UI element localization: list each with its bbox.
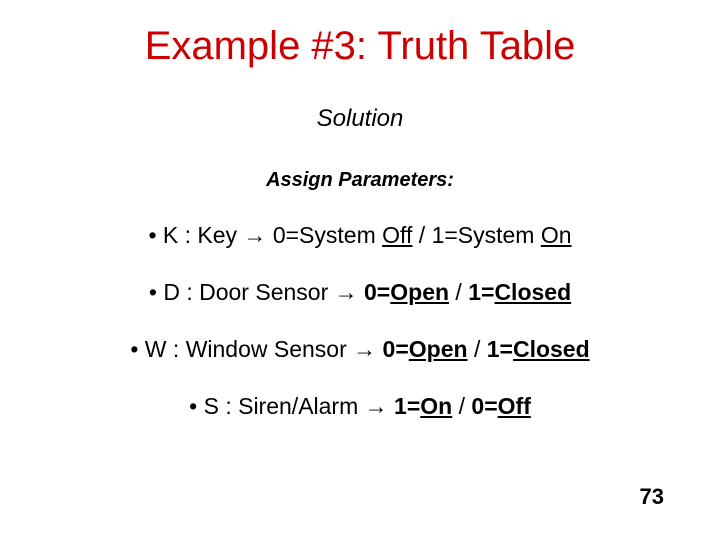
bullet-list: • K : Key → 0=System Off / 1=System On •… — [0, 222, 720, 420]
param-one-prefix: 1= — [468, 279, 494, 305]
param-sym: S — [204, 393, 219, 419]
param-first-u: On — [420, 393, 452, 419]
param-zero-prefix: 0= — [383, 336, 409, 362]
param-second-u: Off — [498, 393, 531, 419]
param-item: • S : Siren/Alarm → 1=On / 0=Off — [0, 393, 720, 420]
param-zero-u: Open — [409, 336, 468, 362]
param-item: • K : Key → 0=System Off / 1=System On — [0, 222, 720, 249]
param-one-u: On — [541, 222, 572, 248]
param-name: Key — [197, 222, 237, 248]
param-sym: W — [145, 336, 167, 362]
param-sym: D — [163, 279, 180, 305]
param-one-prefix: 1=System — [432, 222, 541, 248]
param-item: • W : Window Sensor → 0=Open / 1=Closed — [0, 336, 720, 363]
slide-subtitle: Solution — [0, 105, 720, 133]
param-one-u: Closed — [494, 279, 571, 305]
param-sym: K — [163, 222, 178, 248]
param-name: Door Sensor — [199, 279, 328, 305]
param-zero-prefix: 0= — [364, 279, 390, 305]
slide-title: Example #3: Truth Table — [0, 0, 720, 69]
param-one-u: Closed — [513, 336, 590, 362]
param-one-prefix: 1= — [487, 336, 513, 362]
param-item: • D : Door Sensor → 0=Open / 1=Closed — [0, 279, 720, 306]
param-first-prefix: 1= — [394, 393, 420, 419]
param-zero-u: Open — [390, 279, 449, 305]
param-name: Siren/Alarm — [238, 393, 358, 419]
param-zero-prefix: 0=System — [273, 222, 382, 248]
param-second-prefix: 0= — [471, 393, 497, 419]
param-name: Window Sensor — [186, 336, 347, 362]
section-heading: Assign Parameters: — [0, 169, 720, 192]
page-number: 73 — [640, 484, 664, 510]
param-zero-u: Off — [382, 222, 412, 248]
slide: Example #3: Truth Table Solution Assign … — [0, 0, 720, 540]
